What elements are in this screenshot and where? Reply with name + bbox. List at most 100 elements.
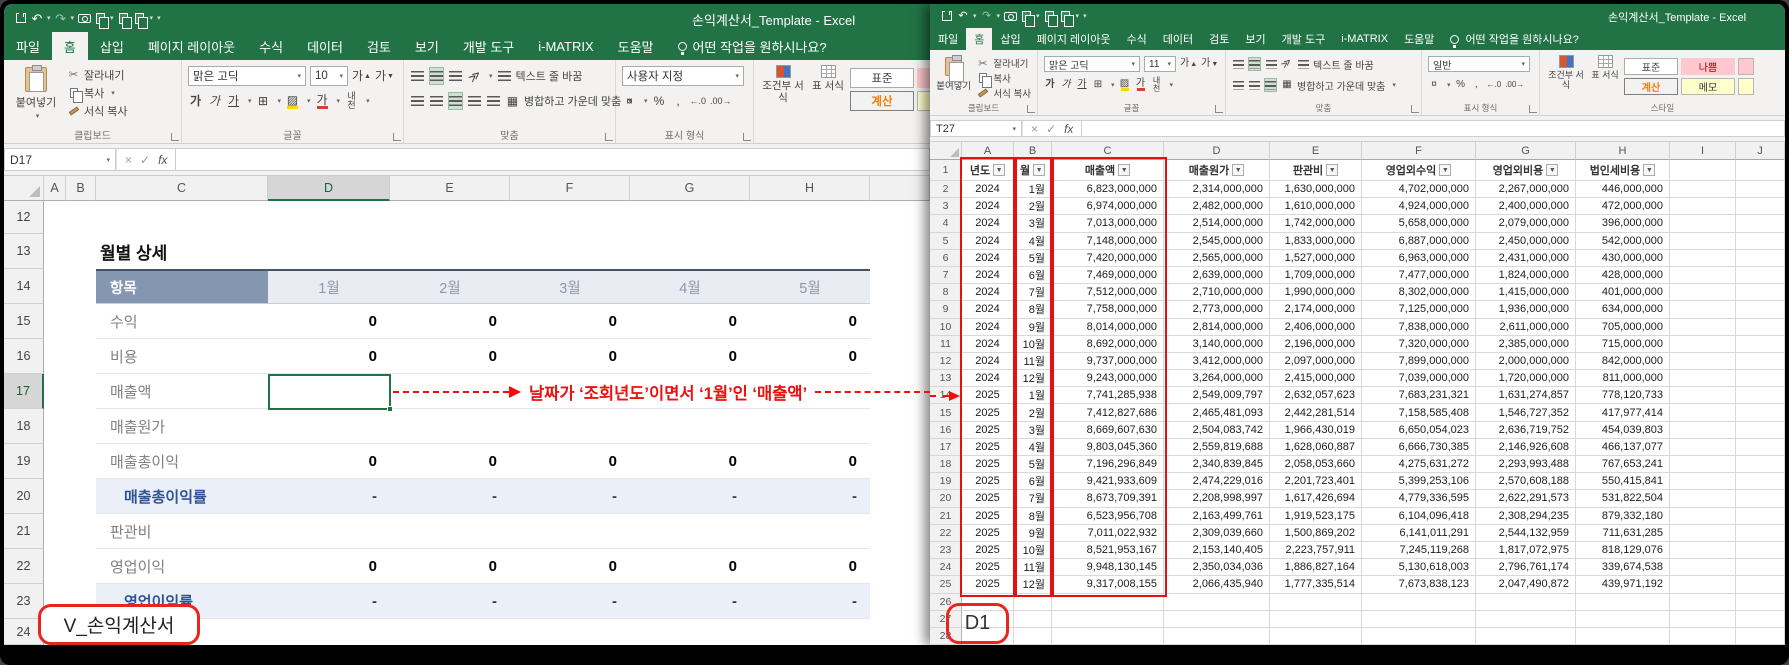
data-cell[interactable]: 3,140,000,000 [1164,336,1270,353]
data-cell[interactable]: 1,936,000,000 [1476,301,1576,318]
tell-me-box[interactable]: 어떤 작업을 원하시나요? [666,32,839,60]
column-header-H[interactable]: H [1576,142,1670,160]
cancel-icon[interactable]: × [1031,122,1038,136]
value-cell[interactable]: 0 [750,339,870,373]
data-cell[interactable]: 7,469,000,000 [1052,267,1164,284]
data-cell[interactable]: 1,415,000,000 [1476,284,1576,301]
empty-cell[interactable] [1270,628,1362,645]
table-column-header-영업외비용[interactable]: 영업외비용▼ [1476,160,1576,181]
data-cell[interactable]: 3월 [1014,422,1052,439]
empty-cell[interactable] [1670,233,1736,250]
empty-cell[interactable] [630,409,750,443]
value-cell[interactable]: - [390,479,510,513]
empty-cell[interactable] [1052,594,1164,611]
data-cell[interactable]: 7월 [1014,490,1052,507]
comma-style-button[interactable]: , [1471,78,1483,92]
data-cell[interactable]: 2,622,291,573 [1476,490,1576,507]
value-cell[interactable]: 0 [268,444,390,478]
redo-caret-icon[interactable]: ▾ [997,12,1001,20]
phonetic-button[interactable]: 내천 [344,92,359,110]
row-header-20[interactable]: 20 [4,479,44,514]
copy-sheet-icon[interactable] [117,10,131,26]
column-header-E[interactable]: E [1270,142,1362,160]
value-cell[interactable]: - [510,584,630,618]
data-cell[interactable]: 2,400,000,000 [1476,198,1576,215]
empty-cell[interactable] [1670,508,1736,525]
data-cell[interactable]: 2,385,000,000 [1476,336,1576,353]
data-cell[interactable]: 8월 [1014,508,1052,525]
empty-cell[interactable] [1670,439,1736,456]
camera-icon[interactable] [1003,10,1017,23]
row-header-16[interactable]: 16 [4,339,44,374]
data-cell[interactable]: 10월 [1014,542,1052,559]
data-cell[interactable]: 454,039,803 [1576,422,1670,439]
data-cell[interactable]: 2,710,000,000 [1164,284,1270,301]
empty-cell[interactable] [268,514,390,548]
data-cell[interactable]: 3월 [1014,215,1052,232]
empty-cell[interactable] [1670,353,1736,370]
data-cell[interactable]: 2024 [962,336,1014,353]
borders-button[interactable]: ⊞ [256,92,271,110]
column-header-H[interactable]: H [750,176,870,201]
row-header-18[interactable]: 18 [930,456,962,473]
data-cell[interactable]: 6,104,096,418 [1362,508,1476,525]
data-cell[interactable]: 8,014,000,000 [1052,319,1164,336]
align-middle-button[interactable] [429,67,444,85]
clipboard-dialog-launcher-icon[interactable] [171,133,179,141]
data-cell[interactable]: 818,129,076 [1576,542,1670,559]
row-header-21[interactable]: 21 [4,514,44,549]
grow-font-button[interactable]: 가▲ [352,67,371,85]
data-cell[interactable]: 7,039,000,000 [1362,370,1476,387]
data-cell[interactable]: 2,097,000,000 [1270,353,1362,370]
conditional-formatting-button[interactable]: 조건부 서식 [1546,55,1586,100]
value-cell[interactable]: 0 [510,304,630,338]
underline-button[interactable]: 가 [226,92,241,110]
data-cell[interactable]: 1,500,869,202 [1270,525,1362,542]
empty-cell[interactable] [1670,160,1736,181]
data-cell[interactable]: 6,650,054,023 [1362,422,1476,439]
value-cell[interactable]: - [630,584,750,618]
phonetic-caret-icon[interactable]: ▾ [366,97,370,105]
data-cell[interactable]: 1,990,000,000 [1270,284,1362,301]
fill-color-button[interactable]: ▨ [1119,78,1131,92]
data-cell[interactable]: 9,317,008,155 [1052,576,1164,593]
column-header-F[interactable]: F [1362,142,1476,160]
data-cell[interactable]: 1,527,000,000 [1270,250,1362,267]
italic-button[interactable]: 가 [1060,78,1072,92]
copy-sheet-icon[interactable] [1043,10,1057,23]
decrease-indent-button[interactable] [467,92,482,110]
data-cell[interactable]: 1,833,000,000 [1270,233,1362,250]
data-cell[interactable]: 2025 [962,525,1014,542]
table-column-header-월[interactable]: 월▼ [1014,160,1052,181]
filter-dropdown-icon[interactable]: ▼ [1439,164,1451,176]
empty-cell[interactable] [1670,319,1736,336]
data-cell[interactable]: 9,737,000,000 [1052,353,1164,370]
data-cell[interactable]: 2024 [962,319,1014,336]
data-cell[interactable]: 2025 [962,542,1014,559]
empty-cell[interactable] [1736,628,1785,645]
data-cell[interactable]: 7,125,000,000 [1362,301,1476,318]
font-color-button[interactable]: 가 [1135,78,1147,92]
increase-decimal-button[interactable]: ←.0 [1487,78,1502,92]
shrink-font-button[interactable]: 가▼ [375,67,394,85]
data-cell[interactable]: 2024 [962,181,1014,198]
style-normal[interactable]: 표준 [1624,58,1678,75]
data-cell[interactable]: 6월 [1014,473,1052,490]
data-cell[interactable]: 4월 [1014,439,1052,456]
value-cell[interactable]: 0 [390,339,510,373]
empty-cell[interactable] [1270,594,1362,611]
value-cell[interactable]: 0 [750,444,870,478]
wrap-text-button[interactable]: 텍스트 줄 바꿈 [1313,57,1374,72]
number-dialog-launcher-icon[interactable] [743,133,751,141]
align-bottom-button[interactable] [1265,57,1277,71]
data-cell[interactable]: 2,639,000,000 [1164,267,1270,284]
fill-handle[interactable] [387,406,393,412]
align-right-button[interactable] [1264,78,1277,92]
value-cell[interactable]: - [510,479,630,513]
column-header-B[interactable]: B [1014,142,1052,160]
data-cell[interactable]: 6,523,956,708 [1052,508,1164,525]
data-cell[interactable]: 7,245,119,268 [1362,542,1476,559]
tab-i-MATRIX[interactable]: i-MATRIX [1333,28,1396,50]
value-cell[interactable]: 0 [390,444,510,478]
data-cell[interactable]: 7,899,000,000 [1362,353,1476,370]
